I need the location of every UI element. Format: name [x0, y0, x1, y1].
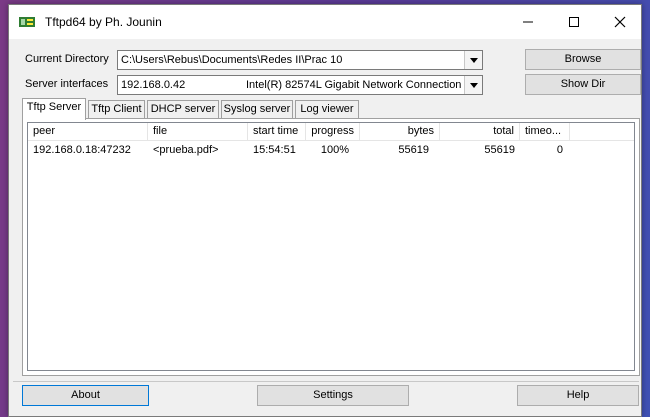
app-icon — [19, 17, 35, 27]
minimize-button[interactable] — [505, 5, 551, 39]
column-header-progress[interactable]: progress — [306, 123, 360, 140]
server-interface-name: Intel(R) 82574L Gigabit Network Connecti… — [246, 79, 462, 91]
column-header-empty — [570, 123, 636, 140]
close-button[interactable] — [597, 5, 643, 39]
cell-progress: 100% — [320, 144, 349, 156]
tab-panel: peer file start time progress bytes tota… — [22, 118, 640, 376]
help-button[interactable]: Help — [517, 385, 639, 406]
dropdown-arrow-icon[interactable] — [464, 51, 482, 69]
transfers-list[interactable]: peer file start time progress bytes tota… — [27, 122, 635, 371]
column-header-peer[interactable]: peer — [28, 123, 148, 140]
close-icon — [614, 16, 626, 28]
column-header-bytes[interactable]: bytes — [360, 123, 440, 140]
about-button[interactable]: About — [22, 385, 149, 406]
dropdown-arrow-icon[interactable] — [464, 76, 482, 94]
minimize-icon — [523, 21, 533, 23]
list-header: peer file start time progress bytes tota… — [28, 123, 634, 141]
app-window: Tftpd64 by Ph. Jounin Current Directory … — [8, 4, 642, 417]
current-directory-label: Current Directory — [25, 53, 109, 65]
show-dir-button[interactable]: Show Dir — [525, 74, 641, 95]
cell-bytes: 55619 — [398, 144, 429, 156]
column-header-start-time[interactable]: start time — [248, 123, 306, 140]
maximize-icon — [569, 17, 579, 27]
cell-peer: 192.168.0.18:47232 — [33, 144, 131, 156]
current-directory-value: C:\Users\Rebus\Documents\Redes II\Prac 1… — [121, 54, 343, 66]
column-header-file[interactable]: file — [148, 123, 248, 140]
tab-syslog-server[interactable]: Syslog server — [221, 100, 293, 119]
maximize-button[interactable] — [551, 5, 597, 39]
server-interfaces-select[interactable]: 192.168.0.42 Intel(R) 82574L Gigabit Netw… — [117, 75, 483, 95]
browse-button[interactable]: Browse — [525, 49, 641, 70]
server-interfaces-label: Server interfaces — [25, 78, 109, 90]
tab-dhcp-server[interactable]: DHCP server — [147, 100, 219, 119]
tab-tftp-client[interactable]: Tftp Client — [88, 100, 145, 119]
footer-divider — [13, 381, 639, 382]
tab-tftp-server[interactable]: Tftp Server — [22, 98, 86, 120]
settings-button[interactable]: Settings — [257, 385, 409, 406]
cell-timeout: 0 — [556, 144, 563, 156]
window-title: Tftpd64 by Ph. Jounin — [45, 15, 162, 29]
tab-log-viewer[interactable]: Log viewer — [295, 100, 359, 119]
cell-file: <prueba.pdf> — [153, 144, 219, 156]
column-header-timeout[interactable]: timeo... — [520, 123, 570, 140]
title-bar: Tftpd64 by Ph. Jounin — [9, 5, 641, 39]
cell-total: 55619 — [484, 144, 515, 156]
server-interface-ip: 192.168.0.42 — [121, 79, 186, 91]
column-header-total[interactable]: total — [440, 123, 520, 140]
cell-start-time: 15:54:51 — [253, 144, 296, 156]
current-directory-select[interactable]: C:\Users\Rebus\Documents\Redes II\Prac 1… — [117, 50, 483, 70]
